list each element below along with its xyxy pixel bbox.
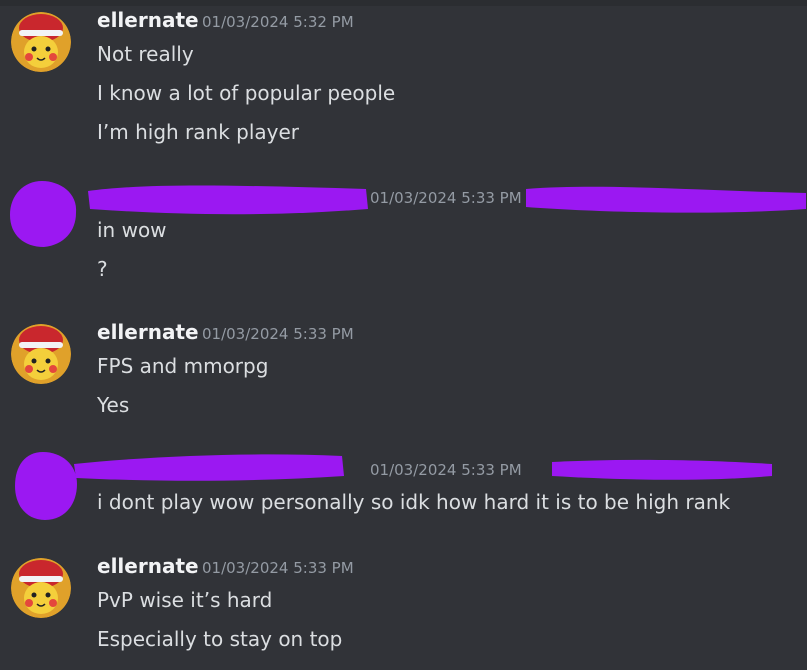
redacted-avatar-icon[interactable] [8, 179, 77, 247]
message-timestamp: 01/03/2024 5:33 PM [370, 461, 522, 479]
username[interactable]: ellernate [97, 554, 199, 578]
message-text: Not really [97, 42, 194, 66]
message-text: PvP wise it’s hard [97, 588, 273, 612]
message-timestamp: 01/03/2024 5:33 PM [202, 559, 354, 577]
message-timestamp: 01/03/2024 5:33 PM [202, 325, 354, 343]
message-text: ? [97, 257, 108, 281]
pikachu-cap-avatar-icon[interactable] [11, 12, 71, 72]
message-timestamp: 01/03/2024 5:32 PM [202, 13, 354, 31]
message-text: FPS and mmorpg [97, 354, 269, 378]
message-text: I know a lot of popular people [97, 81, 396, 105]
pikachu-cap-avatar-icon[interactable] [11, 324, 71, 384]
message-text: Especially to stay on top [97, 627, 343, 651]
username[interactable]: ellernate [97, 8, 199, 32]
message-text: in wow [97, 218, 167, 242]
message-text: Yes [97, 393, 130, 417]
username[interactable]: ellernate [97, 320, 199, 344]
top-divider [0, 0, 807, 6]
pikachu-cap-avatar-icon[interactable] [11, 558, 71, 618]
message-text: i dont play wow personally so idk how ha… [97, 490, 731, 514]
chat-message-list: ellernate 01/03/2024 5:32 PM Not really … [0, 0, 807, 670]
message-text: I’m high rank player [97, 120, 300, 144]
redacted-avatar-icon[interactable] [13, 450, 77, 520]
message-timestamp: 01/03/2024 5:33 PM [370, 189, 522, 207]
